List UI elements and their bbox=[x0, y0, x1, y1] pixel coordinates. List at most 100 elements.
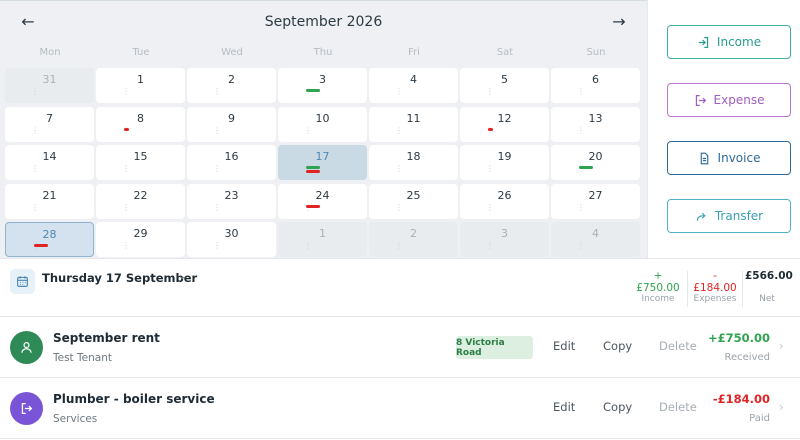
drag-handle-icon: ⋮ bbox=[31, 164, 39, 173]
calendar-day[interactable]: 14 ⋮ bbox=[5, 145, 94, 180]
calendar-day[interactable]: 11 ⋮ bbox=[369, 106, 458, 142]
user-icon bbox=[10, 331, 43, 364]
chevron-right-icon[interactable]: › bbox=[779, 400, 784, 414]
day-number: 30 bbox=[224, 227, 239, 240]
day-number: 16 bbox=[224, 150, 239, 163]
drag-handle-icon: ⋮ bbox=[486, 87, 494, 96]
expense-button[interactable]: Expense bbox=[667, 83, 791, 117]
income-button[interactable]: Income bbox=[667, 25, 791, 59]
calendar-day[interactable]: 4 ⋮ bbox=[369, 68, 458, 103]
expense-button-label: Expense bbox=[713, 93, 765, 107]
calendar-day[interactable]: 16 ⋮ bbox=[187, 145, 276, 180]
drag-handle-icon: ⋮ bbox=[122, 87, 130, 96]
calendar-day[interactable]: 9 ⋮ bbox=[187, 106, 276, 142]
calendar-day[interactable]: 17⋮ bbox=[278, 145, 367, 180]
drag-handle-icon: ⋮ bbox=[122, 202, 130, 212]
calendar-day[interactable]: 20⋮ bbox=[551, 145, 640, 180]
calendar-day[interactable]: 30 ⋮ bbox=[187, 222, 276, 257]
calendar-day[interactable]: 8⋮ bbox=[96, 106, 185, 142]
day-number: 19 bbox=[497, 150, 512, 163]
calendar-day[interactable]: 22 ⋮ bbox=[96, 183, 185, 219]
calendar: ← September 2026 → Mon Tue Wed Thu Fri Sat Sun… bbox=[0, 0, 647, 258]
calendar-day[interactable]: 3⋮ bbox=[278, 68, 367, 103]
calendar-day[interactable]: 1 ⋮ bbox=[96, 68, 185, 103]
expense-indicator bbox=[306, 170, 320, 173]
calendar-day[interactable]: 4 ⋮ bbox=[551, 222, 640, 257]
calendar-day[interactable]: 15 ⋮ bbox=[96, 145, 185, 180]
next-month-button[interactable]: → bbox=[608, 11, 630, 33]
transaction-row[interactable]: Plumber - boiler service Services Edit C… bbox=[0, 379, 800, 439]
calendar-day[interactable]: 21 ⋮ bbox=[5, 183, 94, 219]
property-badge[interactable]: 8 Victoria Road bbox=[456, 336, 533, 359]
calendar-day[interactable]: 1 ⋮ bbox=[278, 222, 367, 257]
day-number: 12 bbox=[497, 111, 512, 125]
calendar-header: ← September 2026 → bbox=[0, 1, 647, 43]
drag-handle-icon: ⋮ bbox=[395, 125, 403, 135]
calendar-day[interactable]: 10 ⋮ bbox=[278, 106, 367, 142]
share-arrow-icon bbox=[696, 212, 706, 221]
calendar-day[interactable]: 7 ⋮ bbox=[5, 106, 94, 142]
selected-date[interactable]: Thursday 17 September bbox=[42, 271, 197, 285]
calendar-day[interactable]: 3⋮ bbox=[460, 222, 549, 257]
day-number: 9 bbox=[228, 111, 235, 125]
net-total: £566.00 bbox=[745, 270, 793, 282]
calendar-day[interactable]: 13 ⋮ bbox=[551, 106, 640, 142]
calendar-day[interactable]: 5 ⋮ bbox=[460, 68, 549, 103]
edit-button[interactable]: Edit bbox=[553, 400, 575, 414]
day-number: 3 bbox=[319, 73, 326, 86]
calendar-day[interactable]: 2 ⋮ bbox=[369, 222, 458, 257]
invoice-button[interactable]: Invoice bbox=[667, 141, 791, 175]
calendar-day[interactable]: 28⋮ bbox=[5, 222, 94, 257]
weekday-label: Thu bbox=[313, 47, 333, 58]
day-number: 18 bbox=[406, 150, 421, 163]
chevron-right-icon[interactable]: › bbox=[779, 339, 784, 353]
weekday-header: Mon Tue Wed Thu Fri Sat Sun bbox=[5, 47, 642, 61]
chevron-down-icon[interactable]: ⌄ bbox=[178, 271, 186, 282]
calendar-day[interactable]: 6 ⋮ bbox=[551, 68, 640, 103]
calendar-day[interactable]: 26 ⋮ bbox=[460, 183, 549, 219]
transfer-button-label: Transfer bbox=[714, 209, 764, 223]
day-number: 10 bbox=[315, 111, 330, 125]
day-number: 1 bbox=[319, 227, 326, 240]
day-number: 4 bbox=[592, 227, 599, 240]
expense-indicator bbox=[124, 127, 129, 131]
calendar-day[interactable]: 29 ⋮ bbox=[96, 222, 185, 257]
transfer-button[interactable]: Transfer bbox=[667, 199, 791, 233]
drag-handle-icon: ⋮ bbox=[31, 87, 39, 96]
drag-handle-icon: ⋮ bbox=[31, 125, 39, 135]
copy-button[interactable]: Copy bbox=[603, 400, 632, 414]
day-number: 4 bbox=[410, 73, 417, 86]
copy-button[interactable]: Copy bbox=[603, 339, 632, 353]
drag-handle-icon: ⋮ bbox=[577, 87, 585, 96]
day-number: 26 bbox=[497, 188, 512, 202]
transaction-amount: -£184.00 bbox=[712, 392, 770, 406]
day-number: 2 bbox=[228, 73, 235, 86]
transaction-subtitle: Test Tenant bbox=[53, 352, 112, 364]
calendar-day[interactable]: 12⋮ bbox=[460, 106, 549, 142]
day-number: 17 bbox=[315, 150, 330, 163]
drag-handle-icon: ⋮ bbox=[486, 202, 494, 212]
delete-button[interactable]: Delete bbox=[659, 400, 697, 414]
delete-button[interactable]: Delete bbox=[659, 339, 697, 353]
expense-indicator bbox=[34, 244, 48, 247]
calendar-day[interactable]: 18 ⋮ bbox=[369, 145, 458, 180]
calendar-day[interactable]: 23 ⋮ bbox=[187, 183, 276, 219]
day-number: 28 bbox=[42, 228, 57, 241]
income-button-label: Income bbox=[716, 35, 762, 49]
day-number: 20 bbox=[588, 150, 603, 163]
weekday-label: Sun bbox=[586, 47, 606, 58]
edit-button[interactable]: Edit bbox=[553, 339, 575, 353]
drag-handle-icon: ⋮ bbox=[395, 202, 403, 212]
calendar-day[interactable]: 27 ⋮ bbox=[551, 183, 640, 219]
calendar-day[interactable]: 19 ⋮ bbox=[460, 145, 549, 180]
calendar-day[interactable]: 25 ⋮ bbox=[369, 183, 458, 219]
day-number: 22 bbox=[133, 188, 148, 202]
calendar-day[interactable]: 2 ⋮ bbox=[187, 68, 276, 103]
calendar-day[interactable]: 31 ⋮ bbox=[5, 68, 94, 103]
income-indicator bbox=[306, 166, 320, 169]
transaction-row[interactable]: September rent Test Tenant 8 Victoria Ro… bbox=[0, 318, 800, 378]
transaction-subtitle: Services bbox=[53, 413, 98, 425]
day-number: 3 bbox=[501, 227, 508, 240]
calendar-day[interactable]: 24⋮ bbox=[278, 183, 367, 219]
expenses-total-label: Expenses bbox=[693, 294, 737, 304]
